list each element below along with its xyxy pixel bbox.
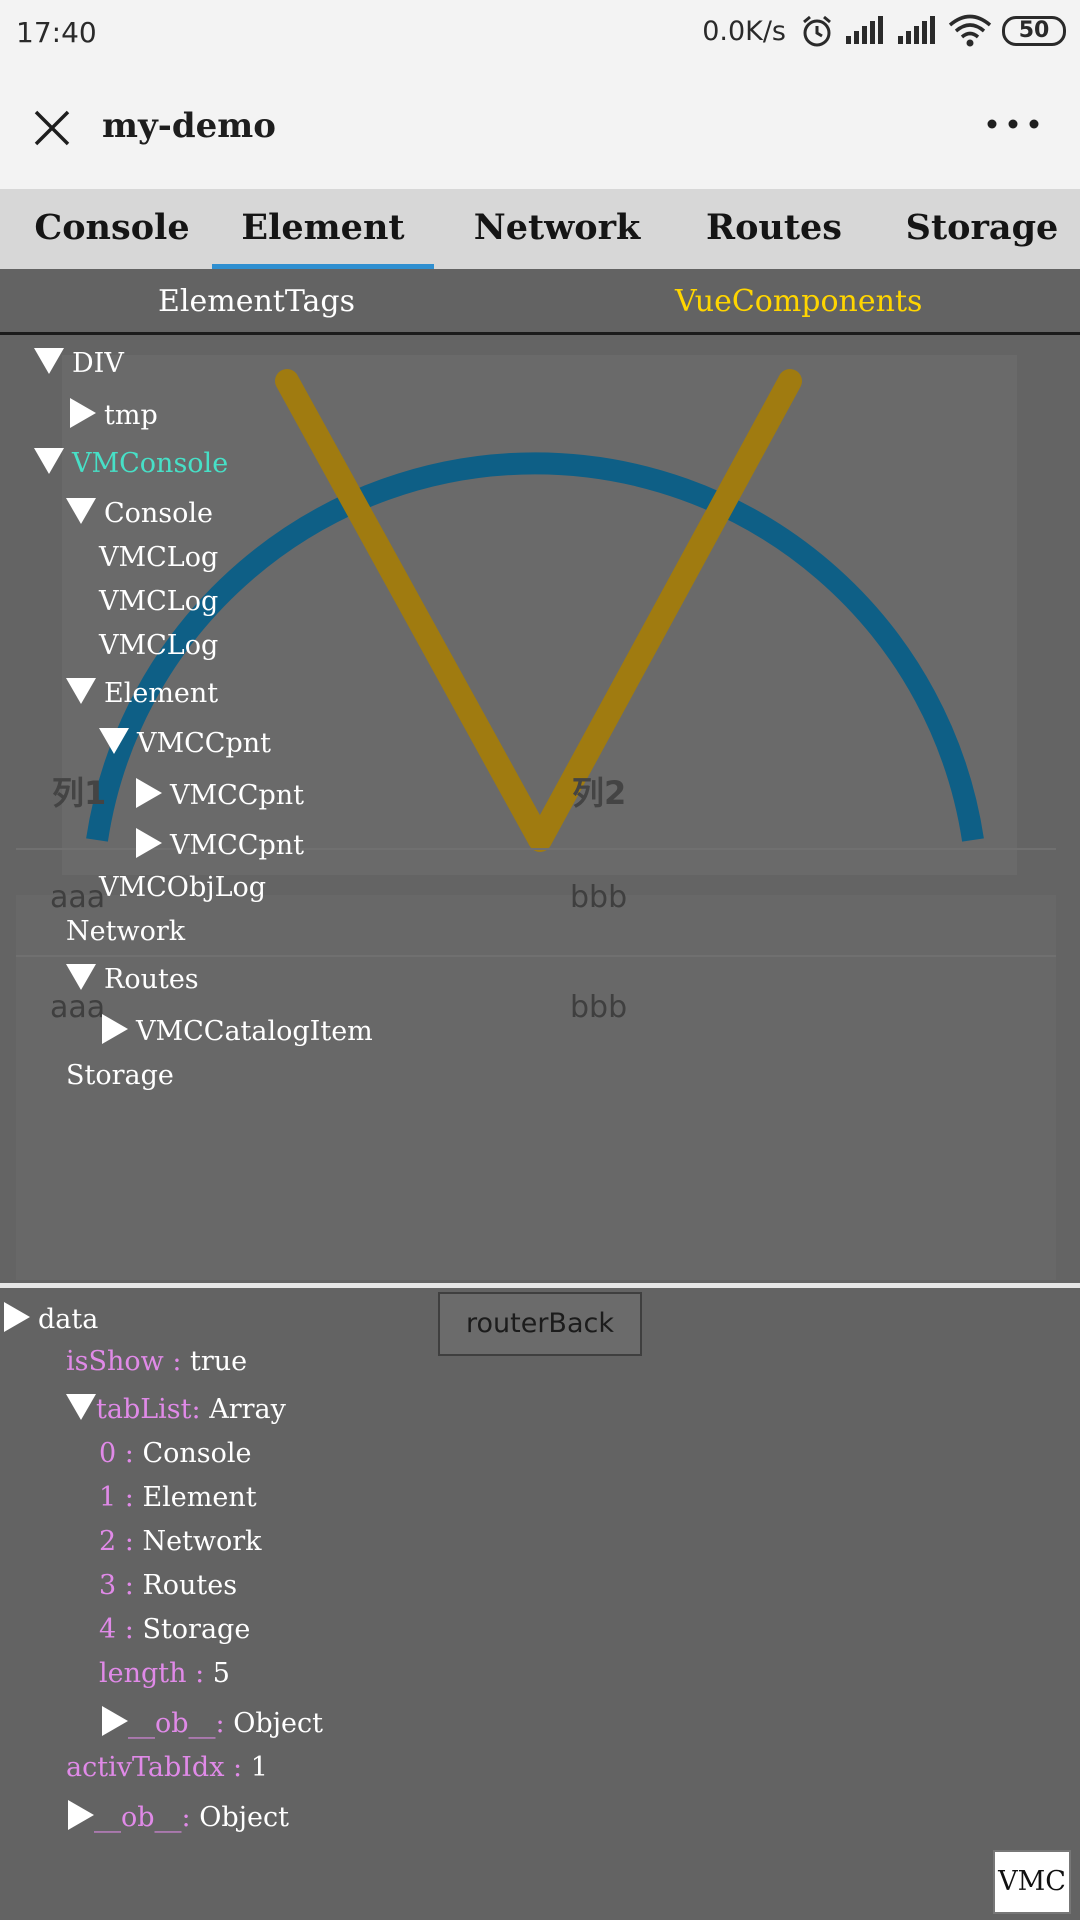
- table-header: 列2: [572, 774, 627, 812]
- more-icon[interactable]: [986, 114, 1040, 134]
- array-item: 2 : Network: [99, 1526, 262, 1557]
- canvas-v-lines: [275, 369, 802, 852]
- tab-console[interactable]: Console: [22, 189, 202, 269]
- vmc-toggle-button[interactable]: VMC: [993, 1850, 1071, 1914]
- tab-storage[interactable]: Storage: [898, 189, 1066, 269]
- table-divider: [16, 955, 1056, 957]
- main-tabs: Console Element Network Routes Storage: [0, 189, 1080, 269]
- caret-right-icon[interactable]: [136, 828, 162, 858]
- tab-network[interactable]: Network: [450, 189, 664, 269]
- tab-routes[interactable]: Routes: [684, 189, 864, 269]
- prop-ob[interactable]: __ob__: Object: [102, 1706, 323, 1739]
- caret-down-icon[interactable]: [34, 448, 64, 474]
- caret-right-icon[interactable]: [102, 1014, 128, 1044]
- tree-node[interactable]: Console: [66, 498, 213, 529]
- tree-leaf[interactable]: Storage: [66, 1060, 174, 1091]
- tree-leaf[interactable]: VMCLog: [99, 586, 218, 617]
- prop-is-show: isShow : true: [66, 1346, 248, 1377]
- router-back-button[interactable]: routerBack: [438, 1292, 642, 1356]
- tree-node-selected[interactable]: VMConsole: [34, 448, 228, 479]
- caret-right-icon[interactable]: [136, 778, 162, 808]
- status-bar: 17:40 0.0K/s 50: [0, 0, 1080, 66]
- battery-indicator: 50: [1002, 16, 1066, 46]
- status-time: 17:40: [16, 16, 97, 49]
- tree-leaf[interactable]: Network: [66, 916, 185, 947]
- table-cell: aaa: [50, 990, 106, 1025]
- caret-down-icon[interactable]: [99, 728, 129, 754]
- inspector-root[interactable]: data: [4, 1302, 98, 1335]
- tree-node[interactable]: Routes: [66, 964, 199, 995]
- tree-node[interactable]: VMCCpnt: [136, 828, 304, 861]
- net-speed: 0.0K/s: [702, 15, 786, 47]
- prop-root-ob[interactable]: __ob__: Object: [68, 1800, 289, 1833]
- prop-tab-list[interactable]: tabList: Array: [66, 1394, 286, 1425]
- signal-icon: [898, 16, 935, 44]
- array-item: 4 : Storage: [99, 1614, 251, 1645]
- tree-node[interactable]: VMCCpnt: [99, 728, 271, 759]
- tree-leaf[interactable]: VMCLog: [99, 542, 218, 573]
- caret-down-icon[interactable]: [66, 678, 96, 704]
- tree-node[interactable]: DIV: [34, 348, 124, 379]
- caret-right-icon[interactable]: [102, 1706, 128, 1736]
- array-length: length : 5: [99, 1658, 230, 1689]
- caret-down-icon[interactable]: [66, 498, 96, 524]
- tree-node[interactable]: VMCCatalogItem: [102, 1014, 373, 1047]
- caret-right-icon[interactable]: [68, 1800, 94, 1830]
- caret-right-icon[interactable]: [4, 1302, 30, 1332]
- prop-activ-tab-idx: activTabIdx : 1: [66, 1752, 268, 1783]
- array-item: 3 : Routes: [99, 1570, 238, 1601]
- title-bar: my-demo: [0, 66, 1080, 189]
- status-icons: 0.0K/s 50: [702, 14, 1066, 48]
- tree-node[interactable]: VMCCpnt: [136, 778, 304, 811]
- page-title: my-demo: [102, 106, 276, 146]
- alarm-icon: [803, 15, 831, 47]
- sub-tabs: ElementTags VueComponents: [0, 269, 1080, 335]
- table-header: 列1: [52, 774, 107, 812]
- subtab-vue-components[interactable]: VueComponents: [675, 269, 922, 332]
- table-cell: aaa: [50, 880, 106, 915]
- tree-node[interactable]: Element: [66, 678, 218, 709]
- signal-icon: [846, 16, 883, 44]
- tree-leaf[interactable]: VMCLog: [99, 630, 218, 661]
- table-cell: bbb: [570, 880, 628, 915]
- close-icon[interactable]: [28, 104, 76, 152]
- caret-down-icon[interactable]: [66, 1394, 96, 1420]
- caret-right-icon[interactable]: [70, 398, 96, 428]
- tree-node[interactable]: tmp: [70, 398, 158, 431]
- array-item: 0 : Console: [99, 1438, 252, 1469]
- array-item: 1 : Element: [99, 1482, 257, 1513]
- caret-down-icon[interactable]: [34, 348, 64, 374]
- subtab-element-tags[interactable]: ElementTags: [158, 269, 355, 332]
- tab-element[interactable]: Element: [212, 189, 434, 269]
- caret-down-icon[interactable]: [66, 964, 96, 990]
- tree-leaf[interactable]: VMCObjLog: [99, 872, 266, 903]
- wifi-icon: [948, 14, 992, 47]
- table-cell: bbb: [570, 990, 628, 1025]
